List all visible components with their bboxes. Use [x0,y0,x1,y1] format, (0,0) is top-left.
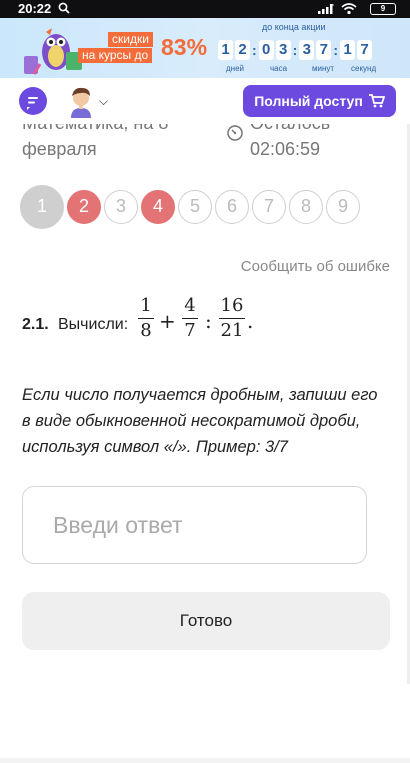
chat-button[interactable] [19,87,47,115]
countdown-digit: 1 [218,40,233,60]
cart-icon [368,94,385,108]
countdown-unit-days: дней [226,64,245,73]
status-bar: 20:22 x 9 [0,0,410,18]
chat-icon [27,97,38,110]
countdown-unit-hours: часа [270,64,288,73]
fraction-2-denominator: 7 [184,320,196,342]
answer-hint: Если число получается дробным, запиши ег… [22,386,378,456]
countdown-digit: 0 [258,40,274,60]
test-subject: Математика, на 8 февраля [22,124,168,159]
remaining-label: Осталось [250,124,330,133]
svg-text:x: x [332,2,334,7]
question-4[interactable]: 4 [141,190,175,224]
countdown-digit: 3 [275,40,291,60]
question-6[interactable]: 6 [215,190,249,224]
question-1[interactable]: 1 [20,185,64,229]
promo-line-2: на курсы до [78,48,153,63]
fraction-2: 4 7 [182,295,198,342]
fraction-3-denominator: 21 [220,320,244,342]
question-navigation: 1 2 3 4 5 6 7 8 9 [20,185,360,229]
fraction-2-numerator: 4 [184,295,196,316]
countdown-unit-minutes: минут [312,64,335,73]
operator-divide: : [205,309,212,333]
avatar[interactable] [66,84,96,118]
countdown-separator: : [292,42,298,58]
fraction-bar [138,318,154,320]
task-statement: 2.1. Вычисли: 1 8 + 4 7 : 16 21 . [22,295,392,355]
question-7[interactable]: 7 [252,190,286,224]
operator-plus: + [159,309,176,333]
task-number: 2.1. [22,316,49,333]
expression-end: . [247,309,254,333]
fraction-1-denominator: 8 [140,320,152,342]
time-remaining: Осталось 02:06:59 [250,124,330,162]
answer-input[interactable] [22,486,367,564]
fraction-3: 16 21 [219,295,245,342]
bottom-edge [0,758,410,763]
test-info: Математика, на 8 февраля Осталось 02:06:… [0,124,410,164]
wifi-icon [341,3,357,15]
fraction-1-numerator: 1 [140,295,152,316]
countdown-label: до конца акции [262,22,326,32]
timer-icon [227,125,243,141]
task-verb: Вычисли: [58,316,129,333]
fraction-bar [182,318,198,320]
promo-banner[interactable]: скидки на курсы до 83% до конца акции 1 … [0,18,410,78]
countdown-separator: : [252,42,257,58]
full-access-button[interactable]: Полный доступ [243,85,396,117]
countdown-digit: 2 [235,40,250,60]
app-header: ⌵ Полный доступ [0,78,410,124]
status-time: 20:22 [18,1,52,16]
full-access-label: Полный доступ [254,93,363,109]
countdown-unit-seconds: секунд [351,64,377,73]
countdown-digit: 7 [357,40,373,60]
countdown-digit: 3 [299,40,315,60]
countdown-digit: 1 [340,40,356,60]
fraction-bar [219,318,245,320]
question-5[interactable]: 5 [178,190,212,224]
remaining-time: 02:06:59 [250,139,321,159]
search-icon [58,2,70,14]
done-button[interactable]: Готово [22,592,390,650]
countdown-timer: 1 2 : 0 3 : 3 7 : 1 7 [218,40,374,60]
signal-icon: x [318,2,334,14]
battery-indicator: 9 [370,3,396,15]
fraction-3-numerator: 16 [220,295,244,316]
question-3[interactable]: 3 [104,190,138,224]
countdown-separator: : [333,42,339,58]
fraction-1: 1 8 [138,295,154,342]
report-error-link[interactable]: Сообщить об ошибке [241,258,390,275]
question-2[interactable]: 2 [67,190,101,224]
question-8[interactable]: 8 [289,190,323,224]
chevron-down-icon[interactable]: ⌵ [99,94,108,109]
promo-text: скидки на курсы до [78,32,153,64]
question-9[interactable]: 9 [326,190,360,224]
countdown-digit: 7 [316,40,332,60]
promo-line-1: скидки [108,32,153,47]
discount-percent: 83% [161,34,208,60]
